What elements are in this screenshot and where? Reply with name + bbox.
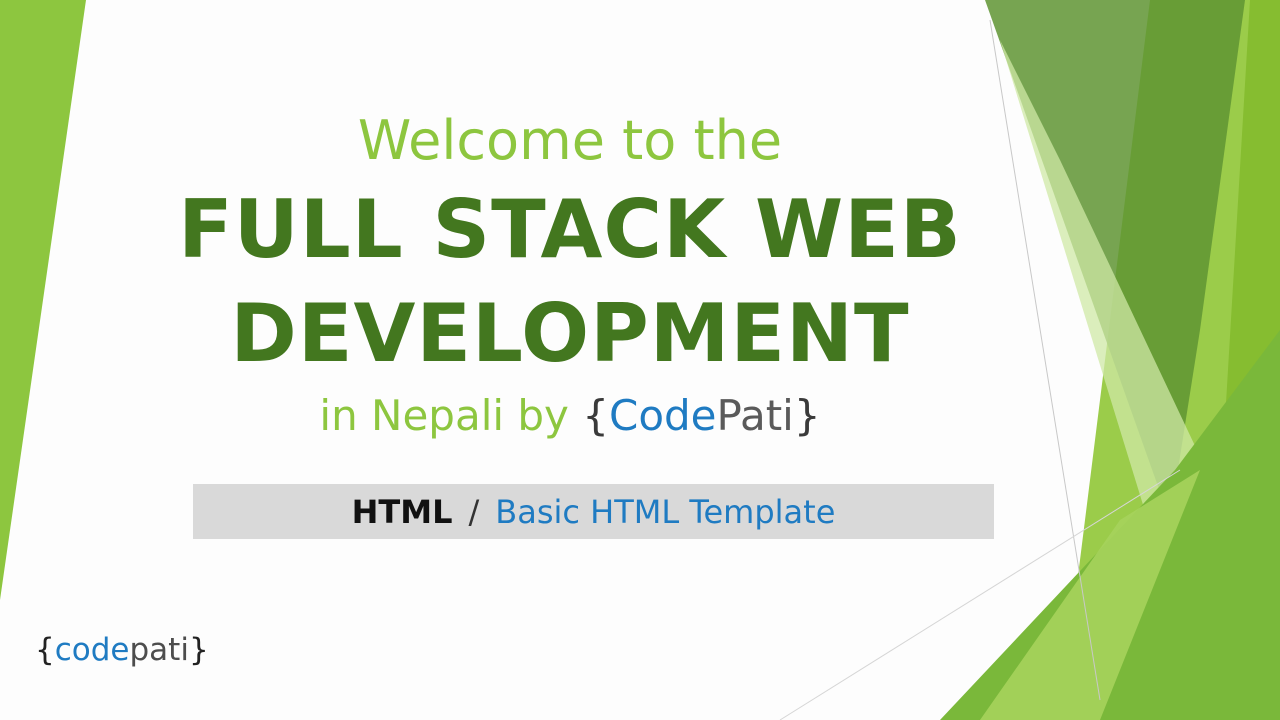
logo-close-brace: }: [188, 632, 209, 668]
logo-open-brace: {: [35, 632, 55, 668]
codepati-logo: {codepati}: [35, 628, 209, 672]
breadcrumb-bar: HTML / Basic HTML Template: [193, 484, 994, 539]
logo-code: code: [54, 632, 130, 668]
breadcrumb-topic: HTML: [351, 492, 453, 531]
logo-pati: pati: [129, 632, 189, 668]
brand-close-brace: }: [793, 391, 821, 440]
breadcrumb-lesson: Basic HTML Template: [495, 492, 836, 531]
welcome-text: Welcome to the: [357, 109, 783, 172]
breadcrumb-separator: /: [468, 492, 480, 531]
brand-open-brace: {: [582, 391, 609, 440]
brand-code: Code: [609, 391, 717, 440]
brand-pati: Pati: [716, 391, 794, 440]
title-slide: Welcome to the FULL STACK WEB DEVELOPMEN…: [0, 0, 1280, 720]
subtitle-prefix: in Nepali by: [319, 391, 583, 440]
headline-line-1: FULL STACK WEB: [178, 183, 962, 276]
subtitle: in Nepali by {CodePati}: [0, 386, 1140, 446]
headline-line-2: DEVELOPMENT: [230, 287, 910, 380]
